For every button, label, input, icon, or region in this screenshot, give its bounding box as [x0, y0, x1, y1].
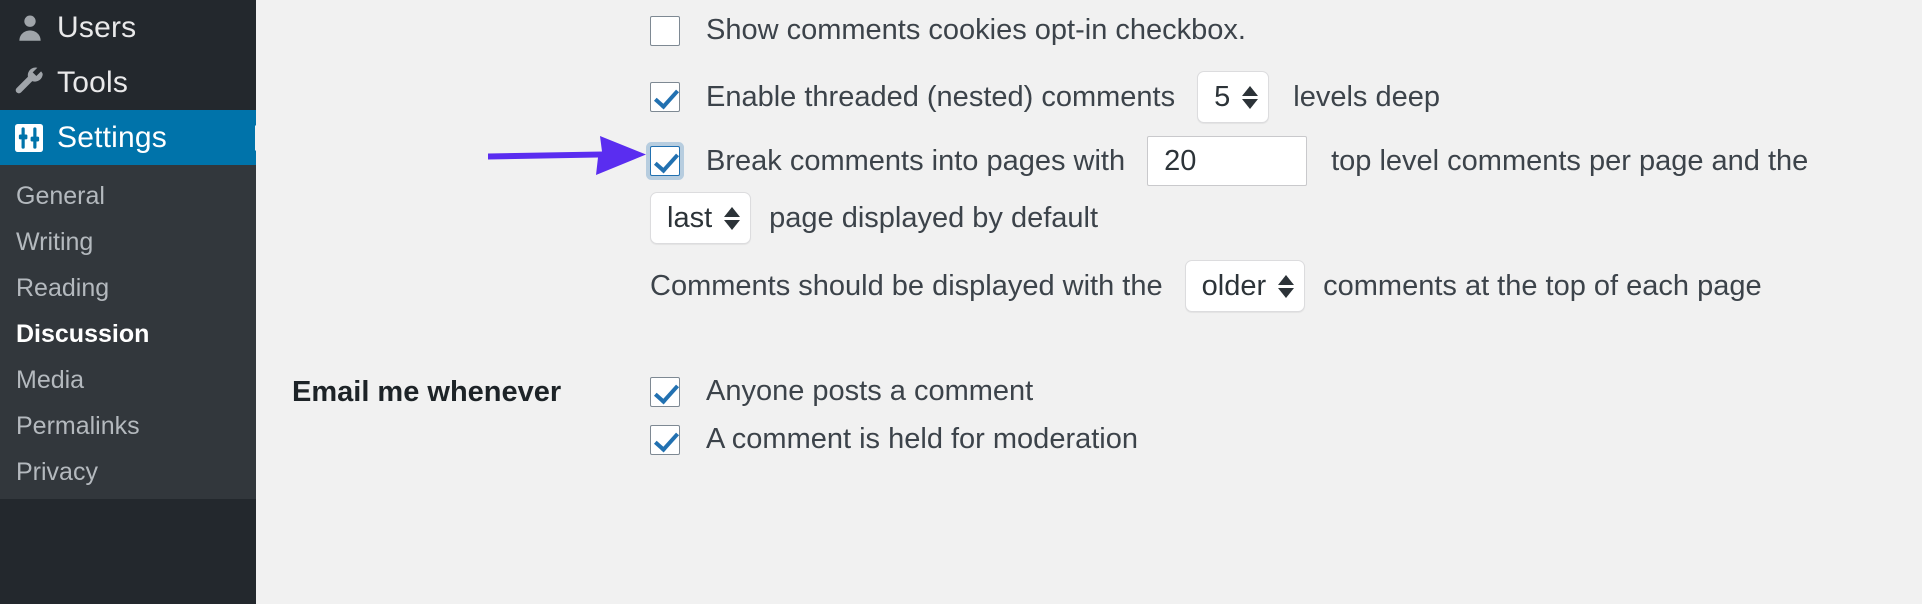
email-held-moderation-checkbox[interactable]	[650, 424, 680, 455]
discussion-settings-form: Show comments cookies opt-in checkbox. E…	[256, 0, 1922, 604]
sidebar-item-writing[interactable]: Writing	[0, 219, 256, 265]
sidebar-item-tools[interactable]: Tools	[0, 55, 256, 110]
sidebar-item-privacy[interactable]: Privacy	[0, 449, 256, 495]
sidebar-item-label: Settings	[57, 120, 167, 154]
email-section-title: Email me whenever	[292, 376, 562, 408]
setting-row-default-page: last page displayed by default	[650, 192, 1098, 244]
cookies-optin-checkbox[interactable]	[650, 15, 680, 46]
setting-row-cookies-optin: Show comments cookies opt-in checkbox.	[650, 14, 1246, 47]
admin-sidebar: Users Tools Settings General Writing Rea…	[0, 0, 256, 604]
sidebar-item-general[interactable]: General	[0, 173, 256, 219]
wordpress-discussion-settings-screen: Users Tools Settings General Writing Rea…	[0, 0, 1922, 604]
setting-row-threaded-comments: Enable threaded (nested) comments 5 leve…	[650, 71, 1440, 123]
select-arrows-icon[interactable]	[724, 206, 741, 230]
sidebar-item-label: Users	[57, 10, 137, 44]
display-order-select[interactable]: older	[1184, 260, 1306, 312]
display-order-suffix: comments at the top of each page	[1323, 269, 1762, 302]
sidebar-item-media[interactable]: Media	[0, 357, 256, 403]
cookies-optin-label: Show comments cookies opt-in checkbox.	[706, 14, 1246, 46]
thread-levels-value: 5	[1214, 80, 1231, 113]
sidebar-item-settings[interactable]: Settings	[0, 110, 256, 165]
display-order-prefix: Comments should be displayed with the	[650, 269, 1163, 302]
wrench-icon	[13, 66, 57, 100]
sidebar-primary-menu: Users Tools Settings	[0, 0, 256, 165]
setting-row-email-held-moderation: A comment is held for moderation	[650, 423, 1138, 456]
sidebar-settings-submenu: General Writing Reading Discussion Media…	[0, 165, 256, 499]
threaded-comments-checkbox[interactable]	[650, 82, 680, 112]
default-page-suffix: page displayed by default	[769, 201, 1099, 234]
email-anyone-posts-label: Anyone posts a comment	[706, 375, 1034, 407]
select-arrows-icon[interactable]	[1278, 274, 1295, 298]
stepper-arrows-icon[interactable]	[1242, 85, 1259, 109]
comments-per-page-input[interactable]: 20	[1147, 136, 1308, 186]
display-order-value: older	[1201, 269, 1267, 302]
break-comments-label: Break comments into pages with	[706, 144, 1126, 177]
settings-sliders-icon	[13, 122, 57, 154]
sidebar-item-users[interactable]: Users	[0, 0, 256, 55]
sidebar-item-label: Tools	[57, 65, 129, 99]
default-page-select[interactable]: last	[650, 192, 752, 244]
break-comments-checkbox[interactable]	[650, 146, 680, 176]
comments-per-page-value: 20	[1164, 144, 1197, 177]
thread-levels-suffix: levels deep	[1293, 80, 1440, 113]
sidebar-item-discussion[interactable]: Discussion	[0, 311, 256, 357]
setting-row-display-order: Comments should be displayed with the ol…	[650, 260, 1762, 312]
default-page-value: last	[667, 201, 713, 234]
email-held-moderation-label: A comment is held for moderation	[706, 423, 1138, 455]
comments-per-page-suffix: top level comments per page and the	[1331, 144, 1809, 177]
setting-row-break-comments: Break comments into pages with 20 top le…	[650, 136, 1808, 186]
sidebar-item-permalinks[interactable]: Permalinks	[0, 403, 256, 449]
setting-row-email-anyone-posts: Anyone posts a comment	[650, 375, 1033, 408]
users-icon	[13, 11, 57, 45]
email-anyone-posts-checkbox[interactable]	[650, 376, 680, 407]
sidebar-item-reading[interactable]: Reading	[0, 265, 256, 311]
threaded-comments-label: Enable threaded (nested) comments	[706, 80, 1176, 113]
thread-levels-stepper[interactable]: 5	[1197, 71, 1270, 123]
